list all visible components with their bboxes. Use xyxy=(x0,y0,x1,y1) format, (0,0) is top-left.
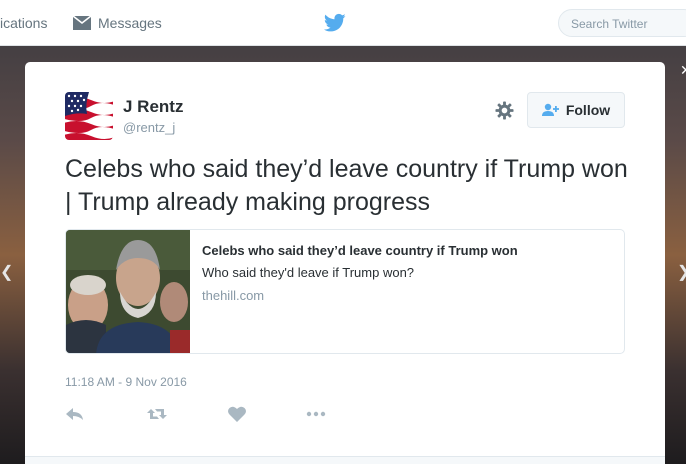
like-button[interactable] xyxy=(227,405,247,423)
link-preview-image xyxy=(66,230,190,353)
nav-messages-label: Messages xyxy=(98,15,162,31)
nav-messages-link[interactable]: Messages xyxy=(72,12,162,34)
previous-arrow-icon[interactable]: ❮ xyxy=(0,262,13,282)
tweet-text: Celebs who said they’d leave country if … xyxy=(65,155,628,216)
heart-icon xyxy=(228,406,246,422)
gear-icon[interactable] xyxy=(495,101,514,120)
link-preview-card[interactable]: Celebs who said they’d leave country if … xyxy=(65,229,625,354)
link-card-title: Celebs who said they’d leave country if … xyxy=(202,243,518,258)
more-button[interactable] xyxy=(306,405,326,423)
more-dots-icon xyxy=(306,411,326,417)
reply-icon xyxy=(66,408,83,420)
link-card-description: Who said they'd leave if Trump won? xyxy=(202,265,415,280)
link-card-domain: thehill.com xyxy=(202,288,265,303)
follow-label: Follow xyxy=(565,102,611,118)
search-input[interactable]: Search Twitter xyxy=(558,9,686,37)
retweet-icon xyxy=(147,409,167,419)
top-nav-bar: ications Messages Search Twitter xyxy=(0,0,686,46)
twitter-bird-icon[interactable] xyxy=(324,13,346,33)
tweet-card: J Rentz @rentz_j Follow Celebs who said … xyxy=(25,62,665,464)
tweet-timestamp[interactable]: 11:18 AM - 9 Nov 2016 xyxy=(65,375,187,389)
envelope-icon xyxy=(72,15,92,30)
reply-button[interactable] xyxy=(65,405,85,423)
nav-notifications-link[interactable]: ications xyxy=(0,15,47,31)
close-icon[interactable]: ✕ xyxy=(680,62,686,79)
next-arrow-icon[interactable]: ❯ xyxy=(677,262,686,282)
follow-button[interactable]: Follow xyxy=(527,92,625,128)
avatar[interactable] xyxy=(65,92,113,140)
follow-user-icon xyxy=(541,103,559,116)
retweet-button[interactable] xyxy=(147,405,167,423)
author-name[interactable]: J Rentz xyxy=(123,97,183,117)
author-handle[interactable]: @rentz_j xyxy=(123,120,175,135)
reply-area-divider xyxy=(25,456,665,464)
flag-avatar-image xyxy=(65,92,113,140)
